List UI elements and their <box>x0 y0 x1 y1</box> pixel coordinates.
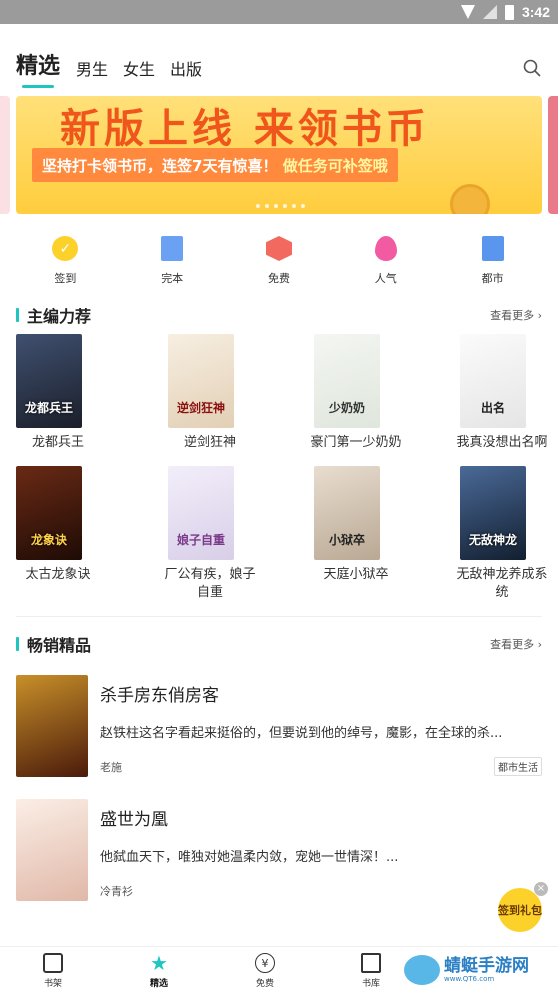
book-cover: 少奶奶 <box>314 334 380 428</box>
nav-label: 书架 <box>43 979 62 989</box>
quick-label: 都市 <box>481 272 504 285</box>
nav-label: 精选 <box>149 979 168 989</box>
book-title: 厂公有疾，娘子自重 <box>164 567 256 600</box>
section-title: 主编力荐 <box>16 303 91 327</box>
banner-subtitle-tail: 做任务可补签哦 <box>282 157 388 175</box>
genre-tag: 都市生活 <box>494 757 542 776</box>
sign-gift-button[interactable]: 签到礼包 <box>498 888 542 932</box>
quick-finished[interactable]: 完本 <box>137 226 207 286</box>
nav-free[interactable]: ¥ 免费 <box>212 947 318 992</box>
section-title: 畅销精品 <box>16 632 91 656</box>
book-title: 天庭小狱卒 <box>323 567 389 582</box>
book-card[interactable]: 小狱卒天庭小狱卒 <box>278 466 414 602</box>
book-cover: 小狱卒 <box>314 466 380 560</box>
book-cover: 娘子自重 <box>168 466 234 560</box>
search-icon[interactable] <box>522 58 542 78</box>
quick-label: 免费 <box>267 272 290 285</box>
sign-icon <box>52 236 79 261</box>
book-author: 冷青衫 <box>100 885 133 898</box>
status-bar: 3:42 <box>0 0 558 24</box>
nav-label: 免费 <box>255 979 274 989</box>
more-link[interactable]: 查看更多 › <box>490 636 542 652</box>
quick-free[interactable]: 免费 <box>244 226 314 286</box>
book-title: 龙都兵王 <box>31 435 84 450</box>
tab-publish[interactable]: 出版 <box>170 56 202 82</box>
city-icon <box>481 236 504 261</box>
quick-label: 完本 <box>161 272 184 285</box>
banner-next-peek <box>548 96 558 214</box>
quick-entries: 签到 完本 免费 人气 都市 <box>0 226 558 286</box>
editor-section-header: 主编力荐 查看更多 › <box>0 296 558 334</box>
tab-featured[interactable]: 精选 <box>16 48 60 88</box>
close-icon[interactable]: × <box>534 882 548 896</box>
editor-grid: 龙都兵王 龙都兵王 逆剑狂神 逆剑狂神 少奶奶 豪门第一少奶奶 出名 我真没想出名啊 龙… <box>0 334 558 616</box>
book-cover <box>16 799 88 901</box>
nav-bookshelf[interactable]: 书架 <box>0 947 106 992</box>
banner-title: 新版上线 来领书币 <box>60 106 430 152</box>
banner-subtitle: 坚持打卡领书币，连签7天有惊喜！ 做任务可补签哦 <box>32 148 398 182</box>
tab-female[interactable]: 女生 <box>123 56 155 82</box>
book-card[interactable]: 出名我真没想出名啊 <box>414 334 550 452</box>
wifi-icon <box>460 5 475 19</box>
fire-icon <box>374 236 397 261</box>
book-cover: 龙都兵王 <box>16 334 82 428</box>
book-title: 杀手房东俏房客 <box>100 686 219 706</box>
book-title: 我真没想出名啊 <box>456 435 548 450</box>
book-desc: 他弑血天下，唯独对她温柔内敛，宠她一世情深！... <box>100 850 399 865</box>
free-icon <box>265 236 292 261</box>
quick-popular[interactable]: 人气 <box>351 226 421 286</box>
book-cover: 出名 <box>460 334 526 428</box>
book-author: 老施 <box>100 761 122 774</box>
status-time: 3:42 <box>521 4 550 20</box>
dragonfly-logo-icon <box>404 955 440 985</box>
book-desc: 赵铁柱这名字看起来挺俗的，但要说到他的绰号，魔影，在全球的杀... <box>100 726 503 741</box>
book-cover: 无敌神龙 <box>460 466 526 560</box>
banner-prev-peek <box>0 96 10 214</box>
quick-label: 人气 <box>374 272 397 285</box>
nav-label: 书库 <box>361 979 380 989</box>
watermark-url: www.QT6.com <box>444 975 495 983</box>
signal-icon <box>482 5 497 19</box>
more-link[interactable]: 查看更多 › <box>490 307 542 323</box>
nav-featured[interactable]: ★ 精选 <box>106 947 212 992</box>
library-icon <box>361 953 381 973</box>
battery-icon <box>504 4 514 20</box>
book-card[interactable]: 逆剑狂神 逆剑狂神 <box>142 334 278 452</box>
book-card[interactable]: 龙象诀太古龙象诀 <box>6 466 142 602</box>
book-cover <box>16 675 88 777</box>
quick-label: 签到 <box>54 272 77 285</box>
watermark-text: 蜻蜓手游网 <box>444 956 529 976</box>
book-card[interactable]: 娘子自重厂公有疾，娘子自重 <box>142 466 278 602</box>
quick-sign[interactable]: 签到 <box>30 226 100 286</box>
divider <box>16 616 542 617</box>
banner-slide[interactable]: 新版上线 来领书币 坚持打卡领书币，连签7天有惊喜！ 做任务可补签哦 <box>16 96 542 214</box>
book-card[interactable]: 少奶奶豪门第一少奶奶 <box>278 334 414 452</box>
promo-banner[interactable]: 新版上线 来领书币 坚持打卡领书币，连签7天有惊喜！ 做任务可补签哦 <box>0 96 558 220</box>
banner-subtitle-main: 坚持打卡领书币，连签7天有惊喜！ <box>42 157 278 175</box>
book-title: 豪门第一少奶奶 <box>310 435 402 450</box>
list-item[interactable]: 杀手房东俏房客 赵铁柱这名字看起来挺俗的，但要说到他的绰号，魔影，在全球的杀..… <box>0 675 558 777</box>
book-title: 盛世为凰 <box>100 810 168 830</box>
book-title: 逆剑狂神 <box>183 435 236 450</box>
coin-icon <box>450 184 490 214</box>
star-icon: ★ <box>150 951 168 975</box>
tab-male[interactable]: 男生 <box>76 56 108 82</box>
book-cover: 龙象诀 <box>16 466 82 560</box>
bookshelf-icon <box>43 953 63 973</box>
list-item[interactable]: 盛世为凰 他弑血天下，唯独对她温柔内敛，宠她一世情深！... 冷青衫 <box>0 799 558 901</box>
book-cover: 逆剑狂神 <box>168 334 234 428</box>
top-nav: 精选 男生 女生 出版 <box>0 24 558 90</box>
banner-pager <box>256 204 305 208</box>
book-card[interactable]: 无敌神龙无敌神龙养成系统 <box>414 466 550 602</box>
watermark: 蜻蜓手游网 www.QT6.com <box>404 950 554 990</box>
yen-icon: ¥ <box>255 953 275 973</box>
book-icon <box>161 236 184 261</box>
quick-city[interactable]: 都市 <box>458 226 528 286</box>
book-title: 无敌神龙养成系统 <box>456 567 548 600</box>
book-title: 太古龙象诀 <box>25 567 91 582</box>
book-card[interactable]: 龙都兵王 龙都兵王 <box>6 334 142 452</box>
bestseller-section-header: 畅销精品 查看更多 › <box>0 625 558 663</box>
